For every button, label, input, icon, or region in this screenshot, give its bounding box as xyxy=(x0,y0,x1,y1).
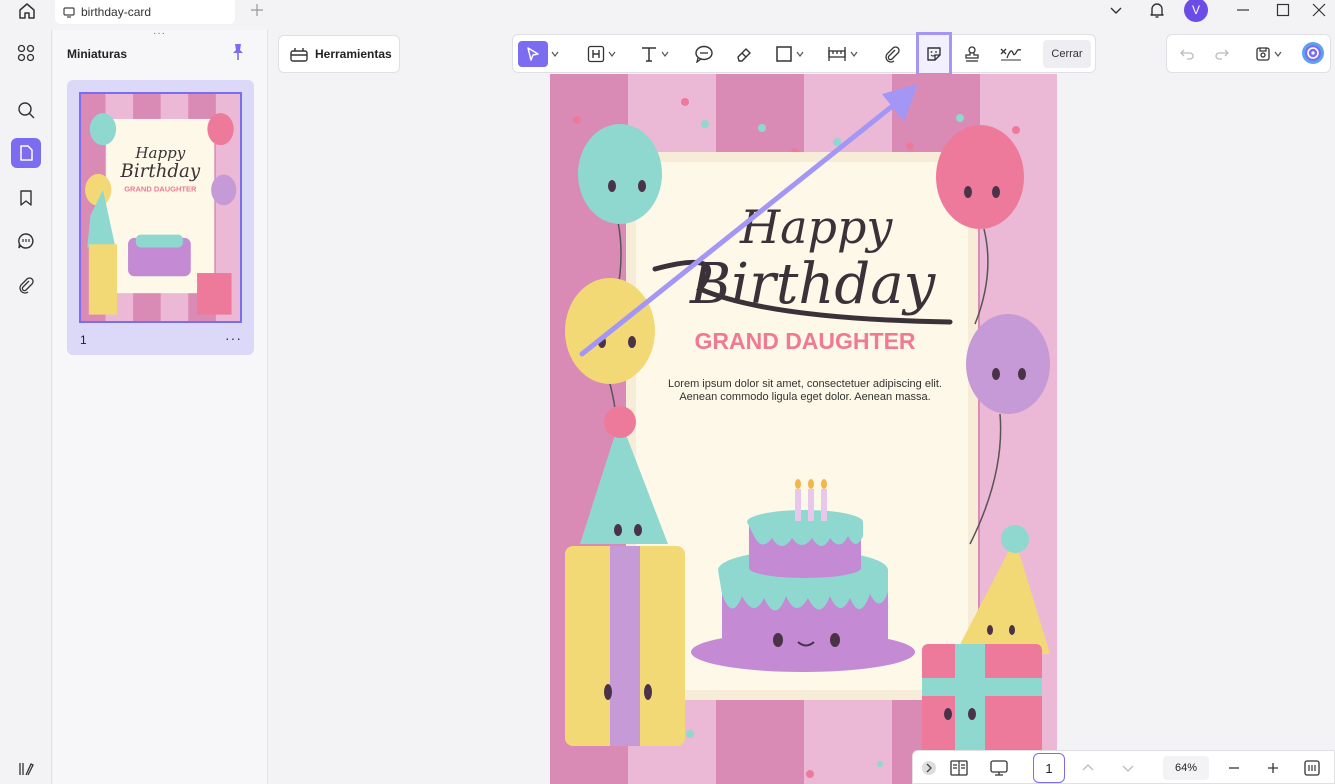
avatar[interactable]: V xyxy=(1184,0,1208,22)
apps-icon[interactable] xyxy=(11,38,41,68)
chevron-up-icon[interactable] xyxy=(1081,757,1095,779)
text-tool-button[interactable] xyxy=(640,41,669,67)
search-icon[interactable] xyxy=(11,95,41,125)
svg-text:Birthday: Birthday xyxy=(120,161,201,182)
zoom-level[interactable]: 64% xyxy=(1163,756,1209,780)
page-thumbnail[interactable]: Happy Birthday GRAND DAUGHTER 1 ··· xyxy=(67,80,254,355)
redo-icon[interactable] xyxy=(1214,41,1230,67)
document-tab[interactable]: birthday-card xyxy=(55,0,235,24)
zoom-out-icon[interactable] xyxy=(1227,757,1241,779)
svg-text:GRAND DAUGHTER: GRAND DAUGHTER xyxy=(124,184,197,193)
select-tool-button[interactable] xyxy=(518,41,548,67)
thumbnail-page-number: 1 xyxy=(80,333,87,347)
toolbox-icon xyxy=(289,45,309,63)
stamp-tool-button[interactable] xyxy=(963,41,981,67)
panel-resize-grip[interactable]: ··· xyxy=(153,29,169,39)
chevron-down-icon[interactable] xyxy=(1108,2,1124,18)
card-body-line: Lorem ipsum dolor sit amet, consectetuer… xyxy=(668,378,942,390)
thumbnail-more-button[interactable]: ··· xyxy=(225,330,242,346)
pin-icon[interactable] xyxy=(229,43,247,61)
screen-icon xyxy=(63,6,75,18)
bookmark-icon[interactable] xyxy=(11,183,41,213)
page-number-input[interactable]: 1 xyxy=(1033,753,1065,783)
document-tab-title: birthday-card xyxy=(81,5,152,19)
page-navigation-bar: 1 64% xyxy=(912,750,1335,784)
ai-assistant-icon[interactable] xyxy=(1301,40,1325,66)
tools-button[interactable]: Herramientas xyxy=(278,35,400,73)
heading-tool-button[interactable] xyxy=(587,41,616,67)
close-icon[interactable] xyxy=(1311,2,1327,18)
zoom-in-icon[interactable] xyxy=(1266,757,1280,779)
attachment-icon[interactable] xyxy=(11,270,41,300)
sticker-tool-button[interactable] xyxy=(916,32,952,76)
shape-tool-button[interactable] xyxy=(775,41,804,67)
panel-title: Miniaturas xyxy=(67,47,128,61)
sidebar-settings-icon[interactable] xyxy=(11,754,41,784)
maximize-icon[interactable] xyxy=(1275,2,1291,18)
save-icon[interactable] xyxy=(1255,41,1282,67)
chevron-down-icon[interactable] xyxy=(1121,757,1135,779)
measure-tool-button[interactable] xyxy=(827,41,858,67)
page-layout-icon[interactable] xyxy=(949,757,969,779)
home-icon[interactable] xyxy=(14,0,40,22)
svg-text:Happy: Happy xyxy=(134,144,185,162)
attachment-tool-button[interactable] xyxy=(883,41,901,67)
annotation-toolbar: Cerrar xyxy=(512,32,1096,76)
title-bar: birthday-card V xyxy=(0,0,1335,26)
comments-icon[interactable] xyxy=(11,226,41,256)
chevron-down-icon[interactable] xyxy=(551,41,559,67)
card-body-line: Aenean commodo ligula eget dolor. Aenean… xyxy=(679,391,931,403)
eraser-tool-button[interactable] xyxy=(735,41,753,67)
tutorial-arrow xyxy=(579,84,918,357)
right-toolbar xyxy=(1166,34,1331,73)
comment-tool-button[interactable] xyxy=(694,41,714,67)
thumbnails-panel: ··· Miniaturas Happy Birthday GRAND DAUG… xyxy=(53,29,268,784)
fit-page-icon[interactable] xyxy=(1303,757,1321,779)
undo-icon[interactable] xyxy=(1179,41,1195,67)
thumbnail-image: Happy Birthday GRAND DAUGHTER xyxy=(79,92,242,323)
gift-left xyxy=(565,546,685,746)
close-annotation-button[interactable]: Cerrar xyxy=(1043,40,1091,68)
chevron-right-icon[interactable] xyxy=(921,757,937,779)
minimize-icon[interactable] xyxy=(1235,2,1251,18)
plus-icon[interactable] xyxy=(248,1,266,19)
bell-icon[interactable] xyxy=(1147,0,1167,20)
presentation-icon[interactable] xyxy=(989,757,1009,779)
pages-icon[interactable] xyxy=(11,138,41,168)
left-rail xyxy=(0,30,52,784)
signature-tool-button[interactable] xyxy=(999,41,1023,67)
tools-label: Herramientas xyxy=(315,47,392,61)
